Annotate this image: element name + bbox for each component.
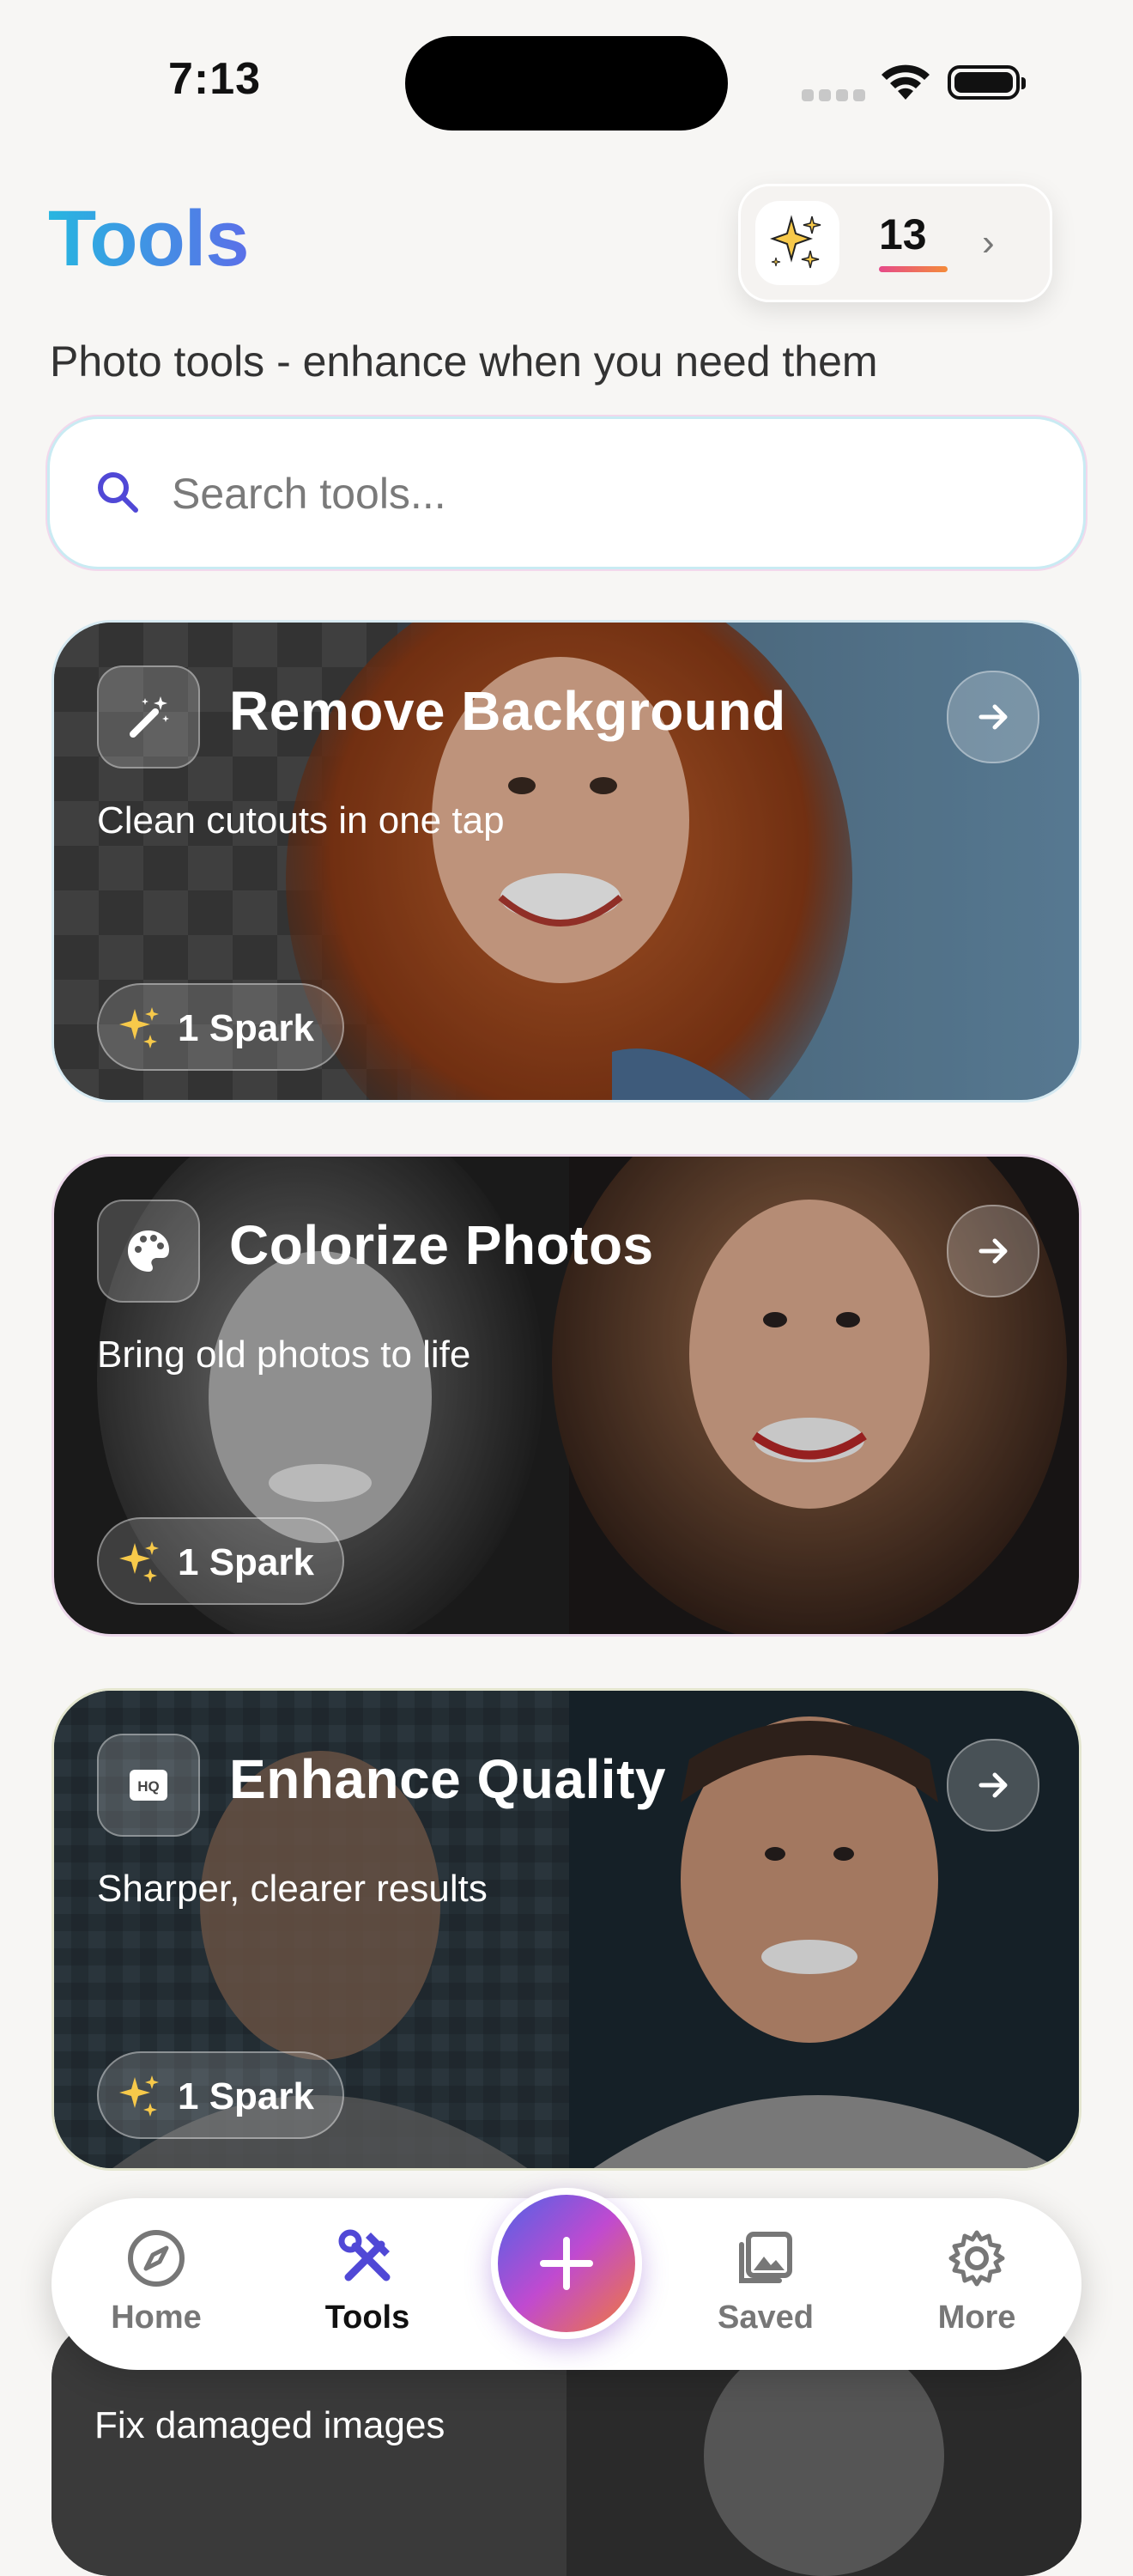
spark-cost-badge: 1 Spark [97,2051,344,2139]
tab-label: Saved [718,2300,814,2336]
tab-label: Tools [324,2300,410,2336]
spark-cost-label: 1 Spark [178,1007,314,1049]
tab-home[interactable]: Home [79,2198,233,2370]
plus-icon [540,2237,593,2290]
wifi-icon [882,64,930,100]
arrow-right-icon[interactable] [947,1739,1039,1832]
tool-card-enhance-quality[interactable]: HQ Enhance Quality Sharper, clearer resu… [52,1688,1082,2171]
chevron-right-icon: › [982,222,995,264]
search-icon [98,472,138,513]
spark-count: 13 [879,210,927,258]
search-bar[interactable] [50,419,1083,567]
tool-subtitle: Fix damaged images [94,2404,445,2446]
sparkles-icon [119,1541,159,1583]
sparkles-icon [119,1007,159,1048]
sparkles-icon [119,2075,159,2117]
tab-more[interactable]: More [900,2198,1054,2370]
tool-subtitle: Clean cutouts in one tap [97,799,505,841]
spark-count-underline [879,266,948,272]
hammer-wrench-icon [338,2229,391,2281]
tab-label: More [937,2300,1016,2336]
search-input[interactable] [170,455,1032,532]
tool-title: Remove Background [229,680,786,742]
create-button[interactable] [491,2188,642,2339]
dynamic-island [405,36,728,131]
status-time: 7:13 [168,54,262,104]
magic-wand-icon [97,665,200,769]
battery-icon [948,65,1026,100]
arrow-right-icon[interactable] [947,671,1039,763]
tab-label: Home [111,2300,202,2336]
cellular-signal-icon [802,89,865,101]
spark-cost-label: 1 Spark [178,2075,314,2117]
spark-cost-badge: 1 Spark [97,1517,344,1605]
palette-icon [97,1200,200,1303]
tool-card-remove-background[interactable]: Remove Background Clean cutouts in one t… [52,620,1082,1103]
tool-subtitle: Sharper, clearer results [97,1868,488,1910]
tool-card-colorize-photos[interactable]: Colorize Photos Bring old photos to life… [52,1154,1082,1637]
tab-tools[interactable]: Tools [290,2198,445,2370]
gallery-icon [739,2232,792,2283]
sparkles-icon [755,201,839,285]
spark-cost-badge: 1 Spark [97,983,344,1071]
arrow-right-icon[interactable] [947,1205,1039,1297]
hq-icon: HQ [97,1734,200,1837]
svg-text:HQ: HQ [137,1778,160,1795]
page-subtitle: Photo tools - enhance when you need them [50,337,878,386]
gear-icon [948,2230,1005,2287]
spark-balance-button[interactable]: 13 › [738,184,1052,302]
spark-cost-label: 1 Spark [178,1541,314,1583]
tool-title: Enhance Quality [229,1748,666,1810]
page-title: Tools [48,195,249,283]
tool-subtitle: Bring old photos to life [97,1334,471,1376]
compass-icon [128,2230,185,2287]
tool-title: Colorize Photos [229,1214,654,1276]
tab-saved[interactable]: Saved [688,2198,843,2370]
